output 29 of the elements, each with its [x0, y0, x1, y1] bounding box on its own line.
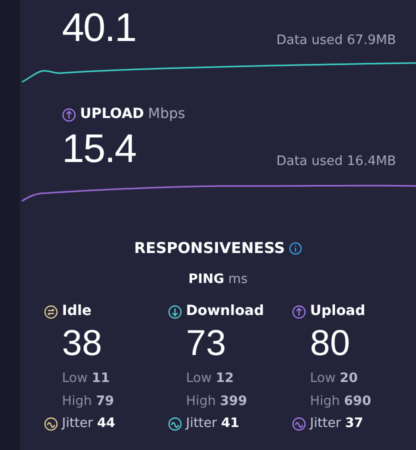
ping-value: 80 — [310, 325, 352, 361]
ping-type-label: Upload — [310, 302, 366, 321]
high-stat: High 79 — [62, 392, 116, 410]
wave-icon — [168, 416, 182, 431]
low-stat: Low 11 — [62, 370, 111, 388]
ping-value: 38 — [62, 325, 104, 361]
data-used-text: Data used 16.4MB — [276, 152, 396, 170]
upload-icon — [62, 108, 76, 122]
wave-icon — [44, 416, 58, 431]
section-title: RESPONSIVENESS — [134, 238, 285, 259]
low-stat: Low 12 — [186, 370, 235, 388]
unit-label: ms — [228, 270, 248, 288]
jitter-stat: Jitter 44 — [62, 415, 116, 433]
ping-type-label: Download — [186, 302, 264, 321]
ping-label: PING — [188, 270, 224, 288]
high-stat: High 399 — [186, 392, 248, 410]
wave-icon — [292, 416, 306, 431]
unit-label: Mbps — [148, 105, 186, 124]
low-stat: Low 20 — [310, 370, 359, 388]
jitter-stat: Jitter 37 — [310, 415, 364, 433]
info-icon[interactable] — [288, 242, 302, 255]
download-speed: 40.1 — [62, 8, 136, 48]
upload-label: UPLOAD — [80, 105, 144, 124]
ping-type-label: Idle — [62, 302, 92, 321]
jitter-stat: Jitter 41 — [186, 415, 240, 433]
data-used-text: Data used 67.9MB — [276, 32, 396, 50]
ping-value: 73 — [186, 325, 228, 361]
high-stat: High 690 — [310, 392, 372, 410]
upload-speed: 15.4 — [62, 129, 136, 169]
